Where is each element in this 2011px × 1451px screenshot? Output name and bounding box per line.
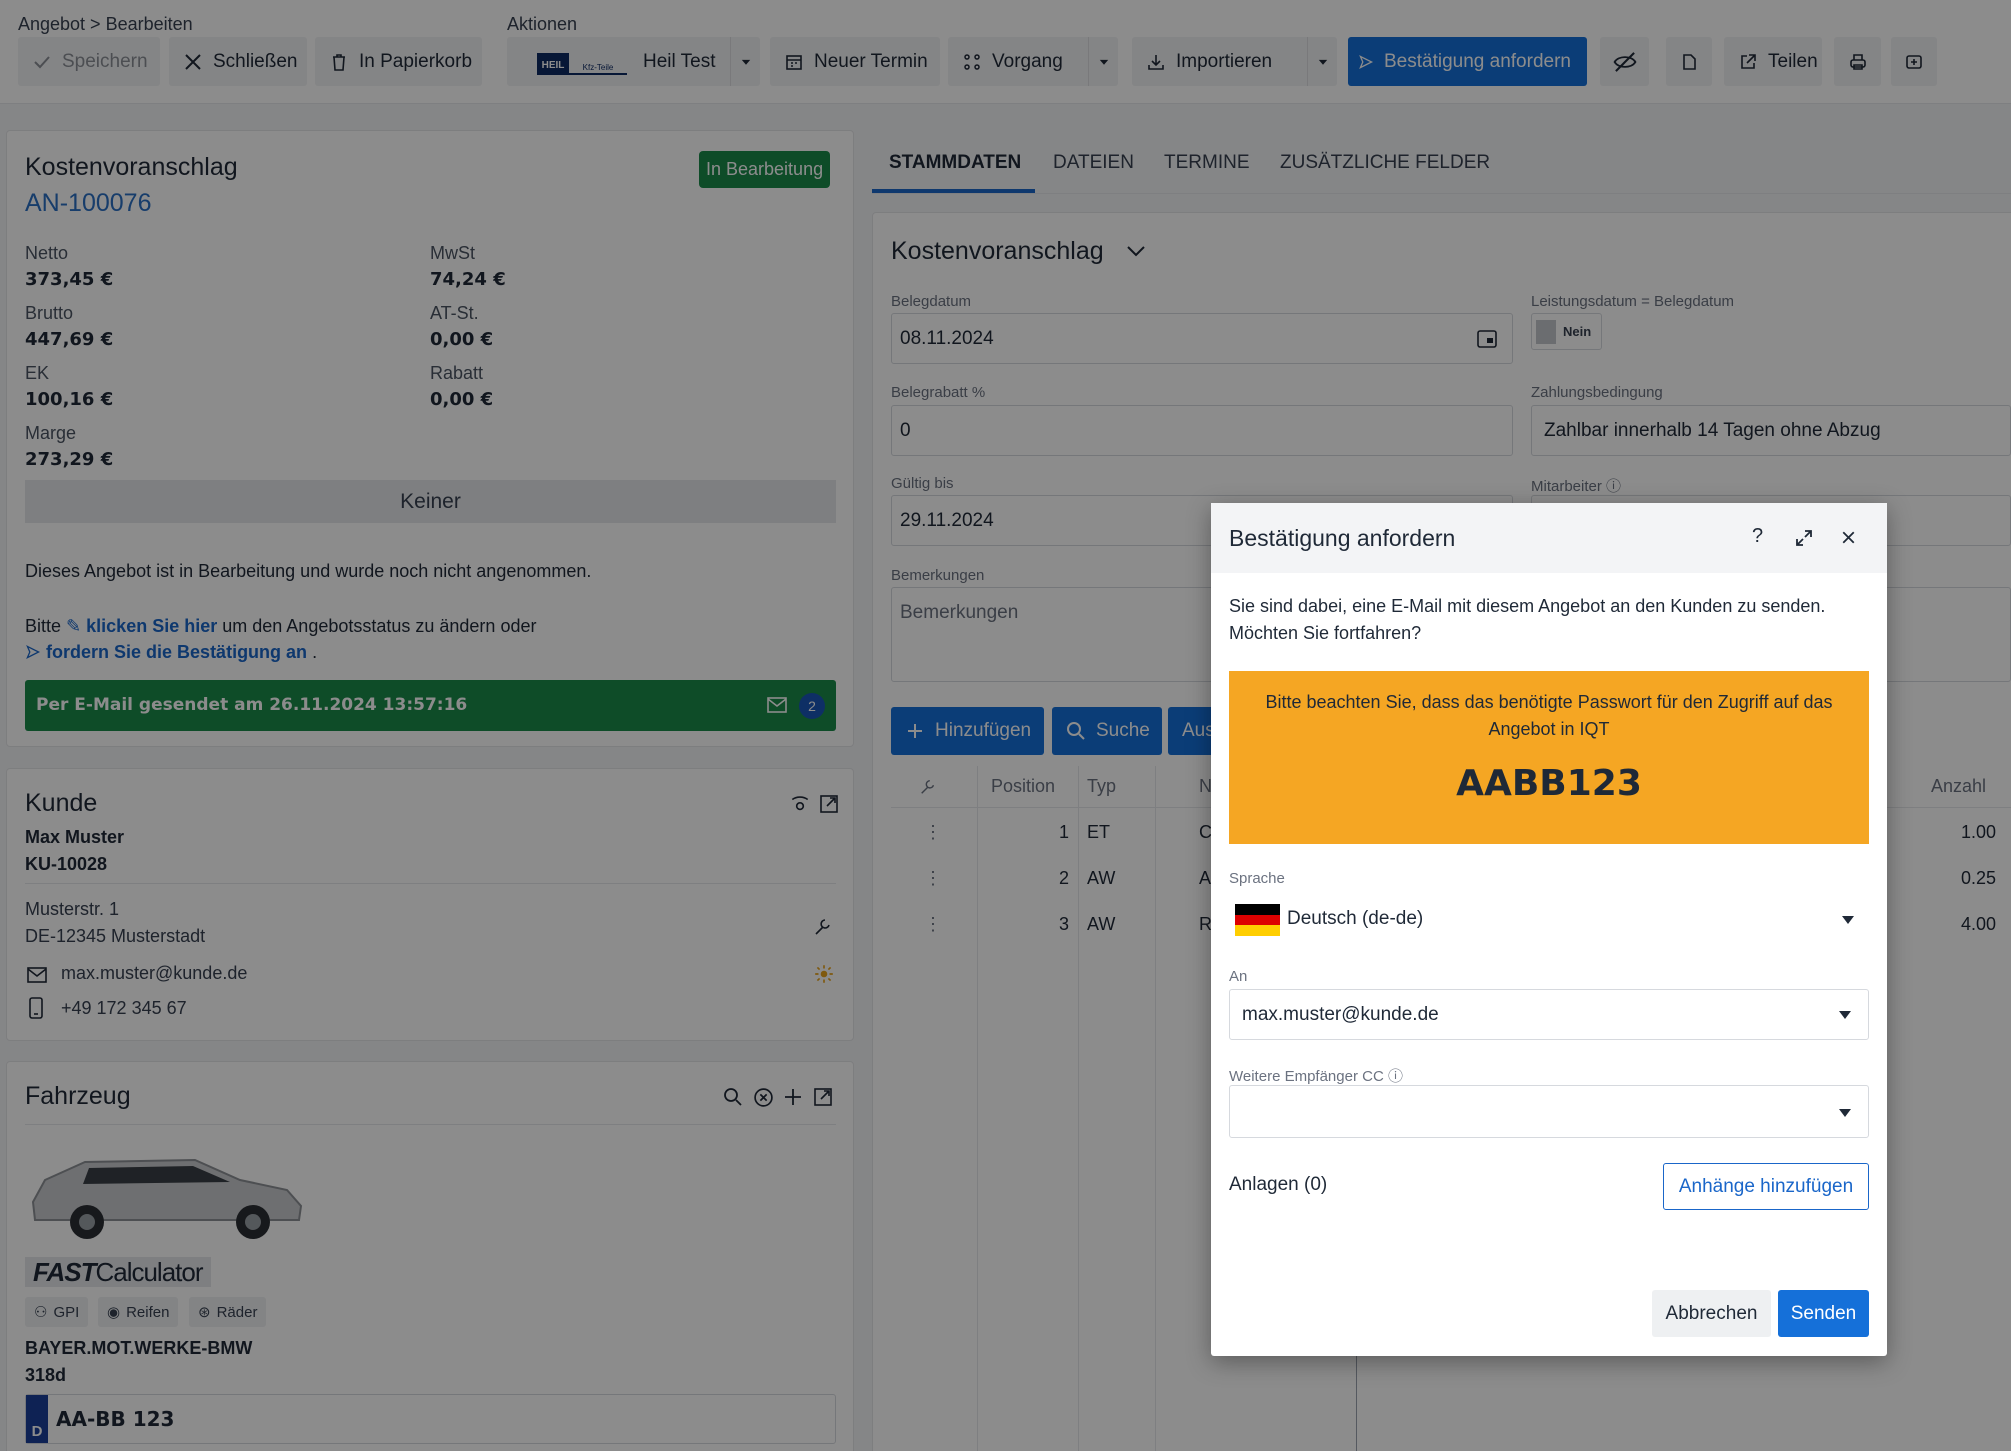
cc-label: Weitere Empfänger CC ⓘ: [1229, 1068, 1403, 1085]
language-value: Deutsch (de-de): [1287, 908, 1424, 929]
close-icon[interactable]: [1841, 530, 1856, 545]
send-button[interactable]: Senden: [1778, 1290, 1869, 1337]
confirmation-dialog: Bestätigung anfordern ? Sie sind dabei, …: [1211, 503, 1887, 1356]
dialog-message: Sie sind dabei, eine E-Mail mit diesem A…: [1229, 596, 1826, 643]
expand-icon[interactable]: [1794, 528, 1814, 548]
cancel-button[interactable]: Abbrechen: [1652, 1290, 1771, 1337]
password-notice-text: Bitte beachten Sie, dass das benötigte P…: [1265, 692, 1833, 739]
help-icon[interactable]: ?: [1752, 525, 1763, 548]
language-label: Sprache: [1229, 870, 1285, 887]
add-attachments-button[interactable]: Anhänge hinzufügen: [1663, 1163, 1869, 1210]
cc-select[interactable]: [1229, 1085, 1869, 1138]
chevron-down-icon: [1839, 1109, 1851, 1117]
password-notice: Bitte beachten Sie, dass das benötigte P…: [1229, 671, 1869, 844]
password-value: AABB123: [1456, 763, 1642, 804]
chevron-down-icon: [1842, 916, 1854, 924]
to-label: An: [1229, 968, 1248, 985]
to-select[interactable]: max.muster@kunde.de: [1229, 989, 1869, 1040]
language-select[interactable]: Deutsch (de-de): [1229, 893, 1869, 943]
info-icon: ⓘ: [1387, 1068, 1403, 1085]
dialog-header: Bestätigung anfordern ?: [1211, 503, 1887, 573]
dialog-title: Bestätigung anfordern: [1229, 525, 1456, 551]
to-value: max.muster@kunde.de: [1242, 1004, 1439, 1025]
germany-flag-icon: [1235, 904, 1280, 936]
chevron-down-icon: [1839, 1011, 1851, 1019]
attachments-label: Anlagen (0): [1229, 1174, 1328, 1195]
